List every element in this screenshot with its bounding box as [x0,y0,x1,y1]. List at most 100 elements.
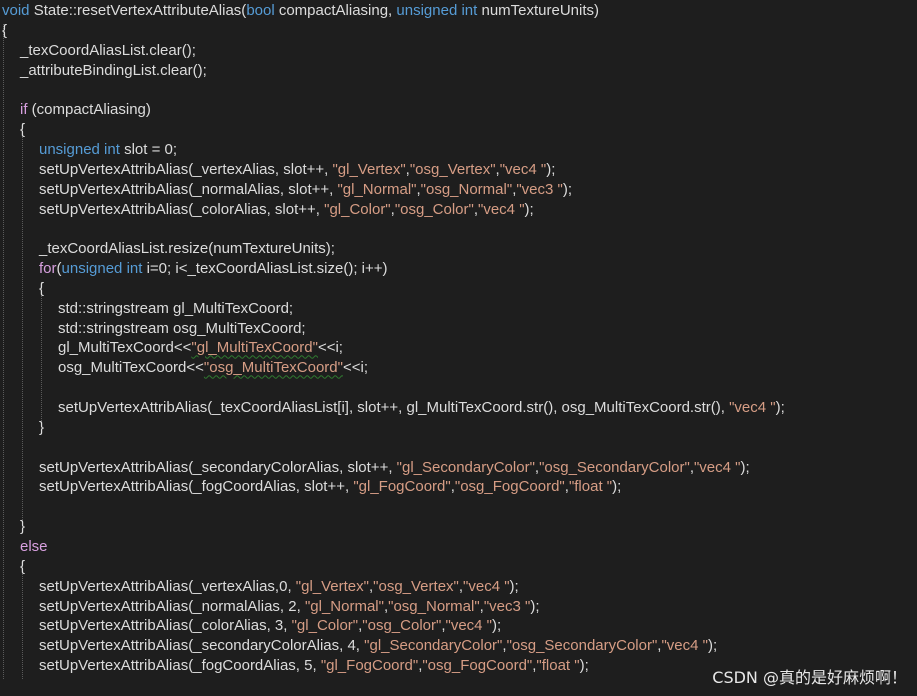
code-token: ); [579,657,589,675]
code-line: std::stringstream gl_MultiTexCoord; [58,299,293,319]
code-token: ); [612,478,622,496]
code-token: ); [492,617,502,635]
code-token: ); [524,200,534,218]
string-literal-token: "osg_Color" [362,617,442,635]
string-literal-token: "float " [536,657,580,675]
code-line: void State::resetVertexAttributeAlias(bo… [2,1,599,21]
string-literal-token: "gl_Color" [291,617,359,635]
code-token: compactAliasing, [274,2,397,19]
code-line: setUpVertexAttribAlias(_fogCoordAlias, s… [39,477,621,497]
string-literal-token: "osg_SecondaryColor" [506,637,658,655]
code-line: setUpVertexAttribAlias(_texCoordAliasLis… [58,398,785,418]
code-token: _texCoordAliasList.clear(); [20,41,196,59]
code-token: { [2,21,8,39]
code-line: _attributeBindingList.clear(); [20,61,207,81]
code-token: setUpVertexAttribAlias(_secondaryColorAl… [39,637,365,655]
keyword-token: unsigned int [61,260,143,278]
code-line: _texCoordAliasList.clear(); [20,41,196,61]
string-literal-token: "osg_Color" [394,200,474,218]
string-literal-token: "vec3 " [516,180,563,198]
code-token: ); [546,160,556,178]
code-token: (compactAliasing) [27,101,151,119]
code-line: gl_MultiTexCoord<<"gl_MultiTexCoord"<<i; [58,338,343,358]
code-token: setUpVertexAttribAlias(_colorAlias, 3, [39,617,292,635]
code-line: setUpVertexAttribAlias(_colorAlias, 3, "… [39,616,501,636]
code-token: i=0; i<_texCoordAliasList.size(); i++) [142,260,388,278]
keyword-token: bool [246,2,275,19]
csdn-watermark: CSDN @真的是好麻烦啊！ [712,668,907,687]
code-token: { [20,557,26,575]
code-line: osg_MultiTexCoord<<"osg_MultiTexCoord"<<… [58,358,368,378]
code-token: ); [775,399,785,416]
code-token: std::stringstream osg_MultiTexCoord; [58,319,306,337]
string-literal-token: "gl_Vertex" [332,160,406,178]
code-line: { [20,120,25,140]
code-token: numTextureUnits) [477,2,600,19]
code-token: { [20,121,26,139]
string-literal-token: "vec4 " [499,160,547,178]
code-line: setUpVertexAttribAlias(_fogCoordAlias, 5… [39,656,589,676]
code-token: osg_MultiTexCoord<< [58,359,204,377]
code-token: } [20,518,26,536]
code-line: } [20,517,25,537]
code-line: setUpVertexAttribAlias(_vertexAlias,0, "… [39,577,519,597]
code-token: slot = 0; [119,140,178,158]
code-token: _attributeBindingList.clear(); [20,61,207,79]
keyword-token: void [2,2,30,19]
code-line: _texCoordAliasList.resize(numTextureUnit… [39,239,335,259]
code-token: <<i; [317,339,343,357]
string-literal-token: "gl_SecondaryColor" [396,458,535,476]
string-literal-token: "gl_SecondaryColor" [364,637,503,655]
code-line: { [20,557,25,577]
code-line: std::stringstream osg_MultiTexCoord; [58,319,306,339]
code-token: ); [530,597,540,615]
indent-guide [41,281,42,421]
code-token: setUpVertexAttribAlias(_fogCoordAlias, s… [39,478,354,496]
string-literal-token: "gl_Color" [324,200,391,218]
code-token: setUpVertexAttribAlias(_vertexAlias,0, [39,577,296,595]
string-literal-token: "osg_FogCoord" [454,478,565,496]
control-keyword-token: if [20,101,28,119]
string-literal-token: "osg_Normal" [388,597,480,615]
string-literal-token: "osg_Vertex" [409,160,496,178]
string-literal-token: "gl_FogCoord" [320,657,419,675]
code-token: ); [562,180,573,198]
string-literal-token: "osg_Vertex" [373,577,459,595]
code-token: ); [740,458,750,476]
string-literal-token: "osg_Normal" [420,180,513,198]
code-editor[interactable]: void State::resetVertexAttributeAlias(bo… [0,0,917,696]
indent-guide [22,559,23,679]
code-line: if (compactAliasing) [20,100,151,120]
code-token: } [39,418,45,436]
code-line: setUpVertexAttribAlias(_colorAlias, slot… [39,200,534,220]
string-literal-token: "vec3 " [483,597,531,615]
string-literal-token: "vec4 " [478,200,525,218]
code-token: _texCoordAliasList.resize(numTextureUnit… [39,240,335,258]
keyword-token: unsigned int [39,140,120,158]
code-token: std::stringstream gl_MultiTexCoord; [58,299,294,317]
code-line: else [20,537,48,557]
indent-guide [3,23,4,679]
code-token: <<i; [342,359,368,377]
string-literal-token: "gl_Vertex" [295,577,369,595]
string-literal-token: "osg_FogCoord" [422,657,533,675]
code-line: setUpVertexAttribAlias(_secondaryColorAl… [39,458,750,478]
string-literal-token: "float " [568,478,613,496]
code-line: } [39,418,44,438]
code-token: { [39,279,45,297]
string-literal-token: "gl_MultiTexCoord" [191,339,318,357]
code-line: { [2,21,7,41]
code-line: setUpVertexAttribAlias(_vertexAlias, slo… [39,160,555,180]
code-line: setUpVertexAttribAlias(_normalAlias, 2, … [39,597,540,617]
code-token: ); [509,577,519,595]
indent-guide [22,123,23,521]
code-line: setUpVertexAttribAlias(_secondaryColorAl… [39,636,717,656]
string-literal-token: "vec4 " [463,577,510,595]
code-token: setUpVertexAttribAlias(_colorAlias, slot… [39,200,325,218]
code-line: for(unsigned int i=0; i<_texCoordAliasLi… [39,259,388,279]
string-literal-token: "vec4 " [661,637,708,655]
code-line: { [39,279,44,299]
code-token: ); [707,637,718,655]
string-literal-token: "osg_SecondaryColor" [539,458,690,476]
code-token: setUpVertexAttribAlias(_texCoordAliasLis… [58,399,730,416]
